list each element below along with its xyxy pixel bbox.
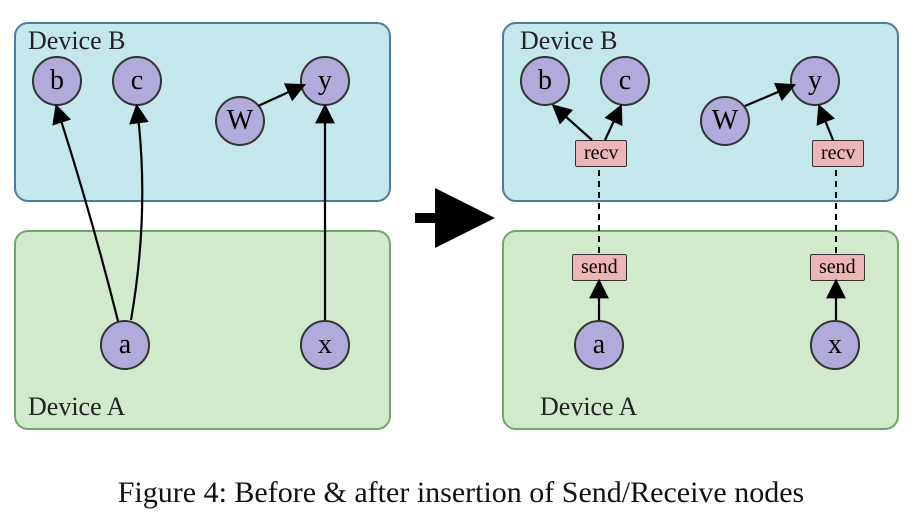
- left-node-c: c: [112, 56, 162, 106]
- node-label: W: [227, 105, 253, 137]
- right-node-x: x: [810, 320, 860, 370]
- left-node-W: W: [215, 96, 265, 146]
- node-label: c: [131, 65, 143, 97]
- figure-caption: Figure 4: Before & after insertion of Se…: [0, 476, 922, 510]
- right-send-2: send: [810, 254, 865, 281]
- node-label: b: [50, 65, 64, 97]
- left-device-b-label: Device B: [28, 26, 125, 56]
- right-recv-2: recv: [812, 140, 864, 167]
- right-node-W: W: [700, 96, 750, 146]
- node-label: x: [828, 329, 842, 361]
- right-node-y: y: [790, 56, 840, 106]
- right-send-1: send: [572, 254, 627, 281]
- op-label: send: [819, 256, 856, 278]
- right-recv-1: recv: [575, 140, 627, 167]
- diagram-container: Device B Device A b c W y a x Device B D…: [0, 0, 922, 450]
- node-label: c: [619, 65, 631, 97]
- op-label: recv: [584, 142, 618, 164]
- left-node-b: b: [32, 56, 82, 106]
- op-label: send: [581, 256, 618, 278]
- right-node-b: b: [520, 56, 570, 106]
- node-label: a: [593, 329, 605, 361]
- right-node-c: c: [600, 56, 650, 106]
- node-label: a: [119, 329, 131, 361]
- node-label: x: [318, 329, 332, 361]
- node-label: b: [538, 65, 552, 97]
- right-device-b-label: Device B: [520, 26, 617, 56]
- right-node-a: a: [574, 320, 624, 370]
- left-node-a: a: [100, 320, 150, 370]
- left-node-x: x: [300, 320, 350, 370]
- right-device-a-label: Device A: [540, 392, 637, 422]
- left-node-y: y: [300, 56, 350, 106]
- node-label: y: [318, 65, 332, 97]
- left-device-a-label: Device A: [28, 392, 125, 422]
- node-label: W: [712, 105, 738, 137]
- node-label: y: [808, 65, 822, 97]
- op-label: recv: [821, 142, 855, 164]
